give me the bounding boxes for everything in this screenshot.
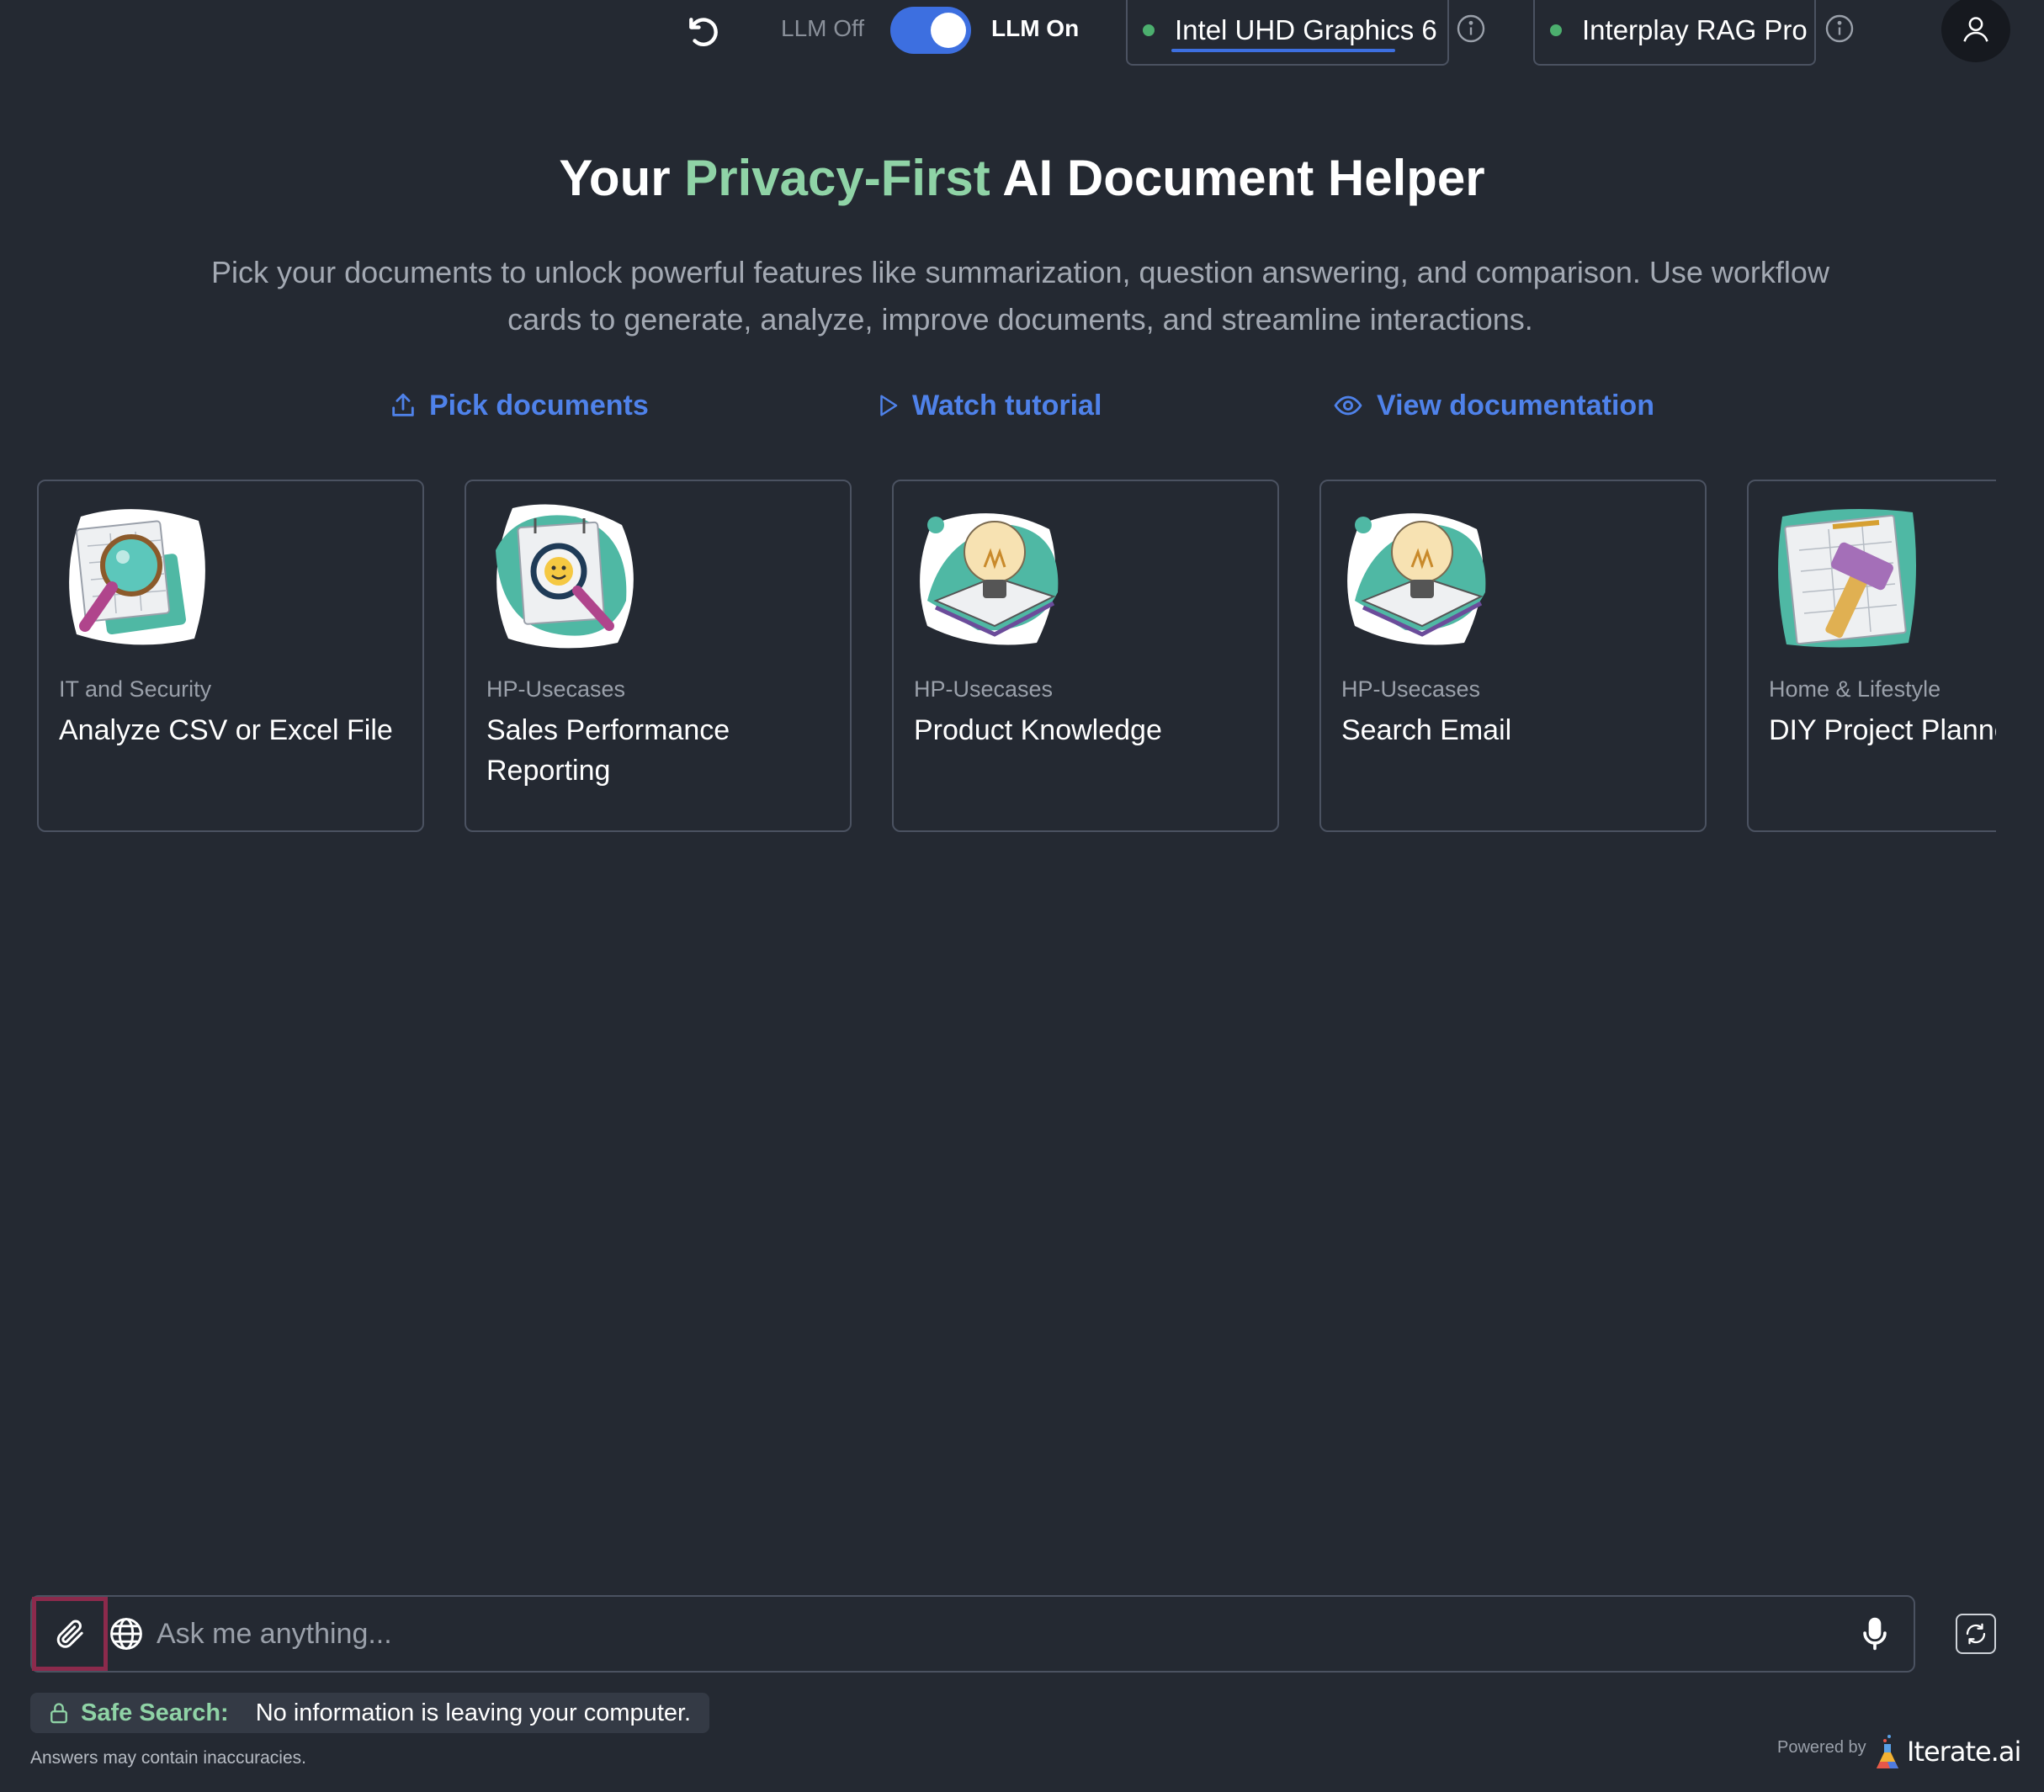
pick-documents-link[interactable]: Pick documents: [389, 385, 649, 426]
page-subtitle: Pick your documents to unlock powerful f…: [211, 255, 1829, 337]
info-icon[interactable]: [1456, 13, 1486, 44]
pick-documents-label: Pick documents: [429, 389, 649, 421]
flask-icon: [1877, 1735, 1898, 1768]
title-prefix: Your: [559, 150, 685, 206]
refresh-icon[interactable]: [1956, 1614, 1996, 1654]
powered-by-text: Powered by: [1777, 1738, 1866, 1757]
workflow-cards-carousel: IT and Security Analyze CSV or Excel Fil…: [37, 480, 1996, 833]
card-category: IT and Security: [59, 676, 212, 702]
card-title: Search Email: [1341, 714, 1512, 746]
watch-tutorial-link[interactable]: Watch tutorial: [875, 385, 1102, 426]
user-avatar-icon[interactable]: [1941, 0, 2010, 62]
workflow-card[interactable]: HP-Usecases Product Knowledge: [892, 480, 1279, 832]
view-documentation-label: View documentation: [1377, 389, 1654, 421]
info-icon[interactable]: [1824, 13, 1855, 44]
device-model-label: Intel UHD Graphics 6: [1175, 14, 1437, 45]
workflow-card[interactable]: IT and Security Analyze CSV or Excel Fil…: [37, 480, 424, 832]
lightbulb-book-illustration: [1347, 513, 1486, 645]
magnifier-spreadsheet-illustration: [69, 509, 205, 645]
card-title: DIY Project Planner: [1769, 714, 1996, 746]
lightbulb-book-illustration: [920, 513, 1059, 645]
loading-underline: [1171, 49, 1395, 52]
disclaimer-text: Answers may contain inaccuracies.: [30, 1748, 306, 1768]
card-category: HP-Usecases: [914, 676, 1054, 702]
magnifier-smiley-illustration: [496, 504, 634, 649]
brand-name: Iterate.ai: [1907, 1736, 2021, 1768]
iterate-ai-logo[interactable]: Iterate.ai: [1875, 1728, 2021, 1775]
app-page: LLM Off LLM On Intel UHD Graphics 6 Inte…: [0, 0, 2044, 1792]
card-title: Sales Performance Reporting: [486, 714, 730, 787]
card-title: Product Knowledge: [914, 714, 1162, 746]
rag-model-label: Interplay RAG Pro: [1582, 14, 1808, 45]
page-title: Your Privacy-First AI Document Helper: [0, 145, 2044, 212]
title-suffix: AI Document Helper: [990, 150, 1485, 206]
status-dot: [1550, 24, 1562, 36]
eye-icon: [1334, 395, 1362, 416]
chat-input[interactable]: [157, 1610, 1840, 1657]
status-dot: [1143, 24, 1155, 36]
hammer-blueprint-illustration: [1778, 509, 1916, 648]
paperclip-icon[interactable]: [32, 1597, 108, 1671]
card-title: Analyze CSV or Excel File: [59, 714, 393, 746]
workflow-card[interactable]: HP-Usecases Sales Performance Reporting: [465, 480, 852, 832]
watch-tutorial-label: Watch tutorial: [912, 389, 1102, 421]
llm-toggle[interactable]: [890, 7, 971, 54]
safe-search-message: No information is leaving your computer.: [255, 1699, 692, 1726]
rag-model-selector[interactable]: Interplay RAG Pro: [1533, 0, 1816, 66]
llm-off-label: LLM Off: [781, 15, 865, 41]
upload-icon: [392, 393, 414, 416]
llm-on-label: LLM On: [991, 15, 1080, 41]
reset-icon[interactable]: [680, 8, 727, 56]
lock-icon: [50, 1703, 67, 1724]
device-model-selector[interactable]: Intel UHD Graphics 6: [1126, 0, 1449, 66]
card-category: Home & Lifestyle: [1769, 676, 1941, 702]
safe-search-label: Safe Search:: [81, 1699, 229, 1726]
microphone-icon[interactable]: [1856, 1614, 1893, 1654]
safe-search-badge: Safe Search: No information is leaving y…: [30, 1693, 710, 1733]
workflow-card[interactable]: Home & Lifestyle DIY Project Planner: [1747, 480, 1996, 832]
card-category: HP-Usecases: [1341, 676, 1481, 702]
view-documentation-link[interactable]: View documentation: [1331, 385, 1654, 426]
play-icon: [880, 395, 898, 416]
globe-icon[interactable]: [108, 1615, 145, 1652]
card-category: HP-Usecases: [486, 676, 626, 702]
title-accent: Privacy-First: [684, 150, 990, 206]
toggle-knob: [931, 13, 966, 48]
workflow-card[interactable]: HP-Usecases Search Email: [1319, 480, 1707, 832]
chat-input-bar: [30, 1595, 1915, 1673]
